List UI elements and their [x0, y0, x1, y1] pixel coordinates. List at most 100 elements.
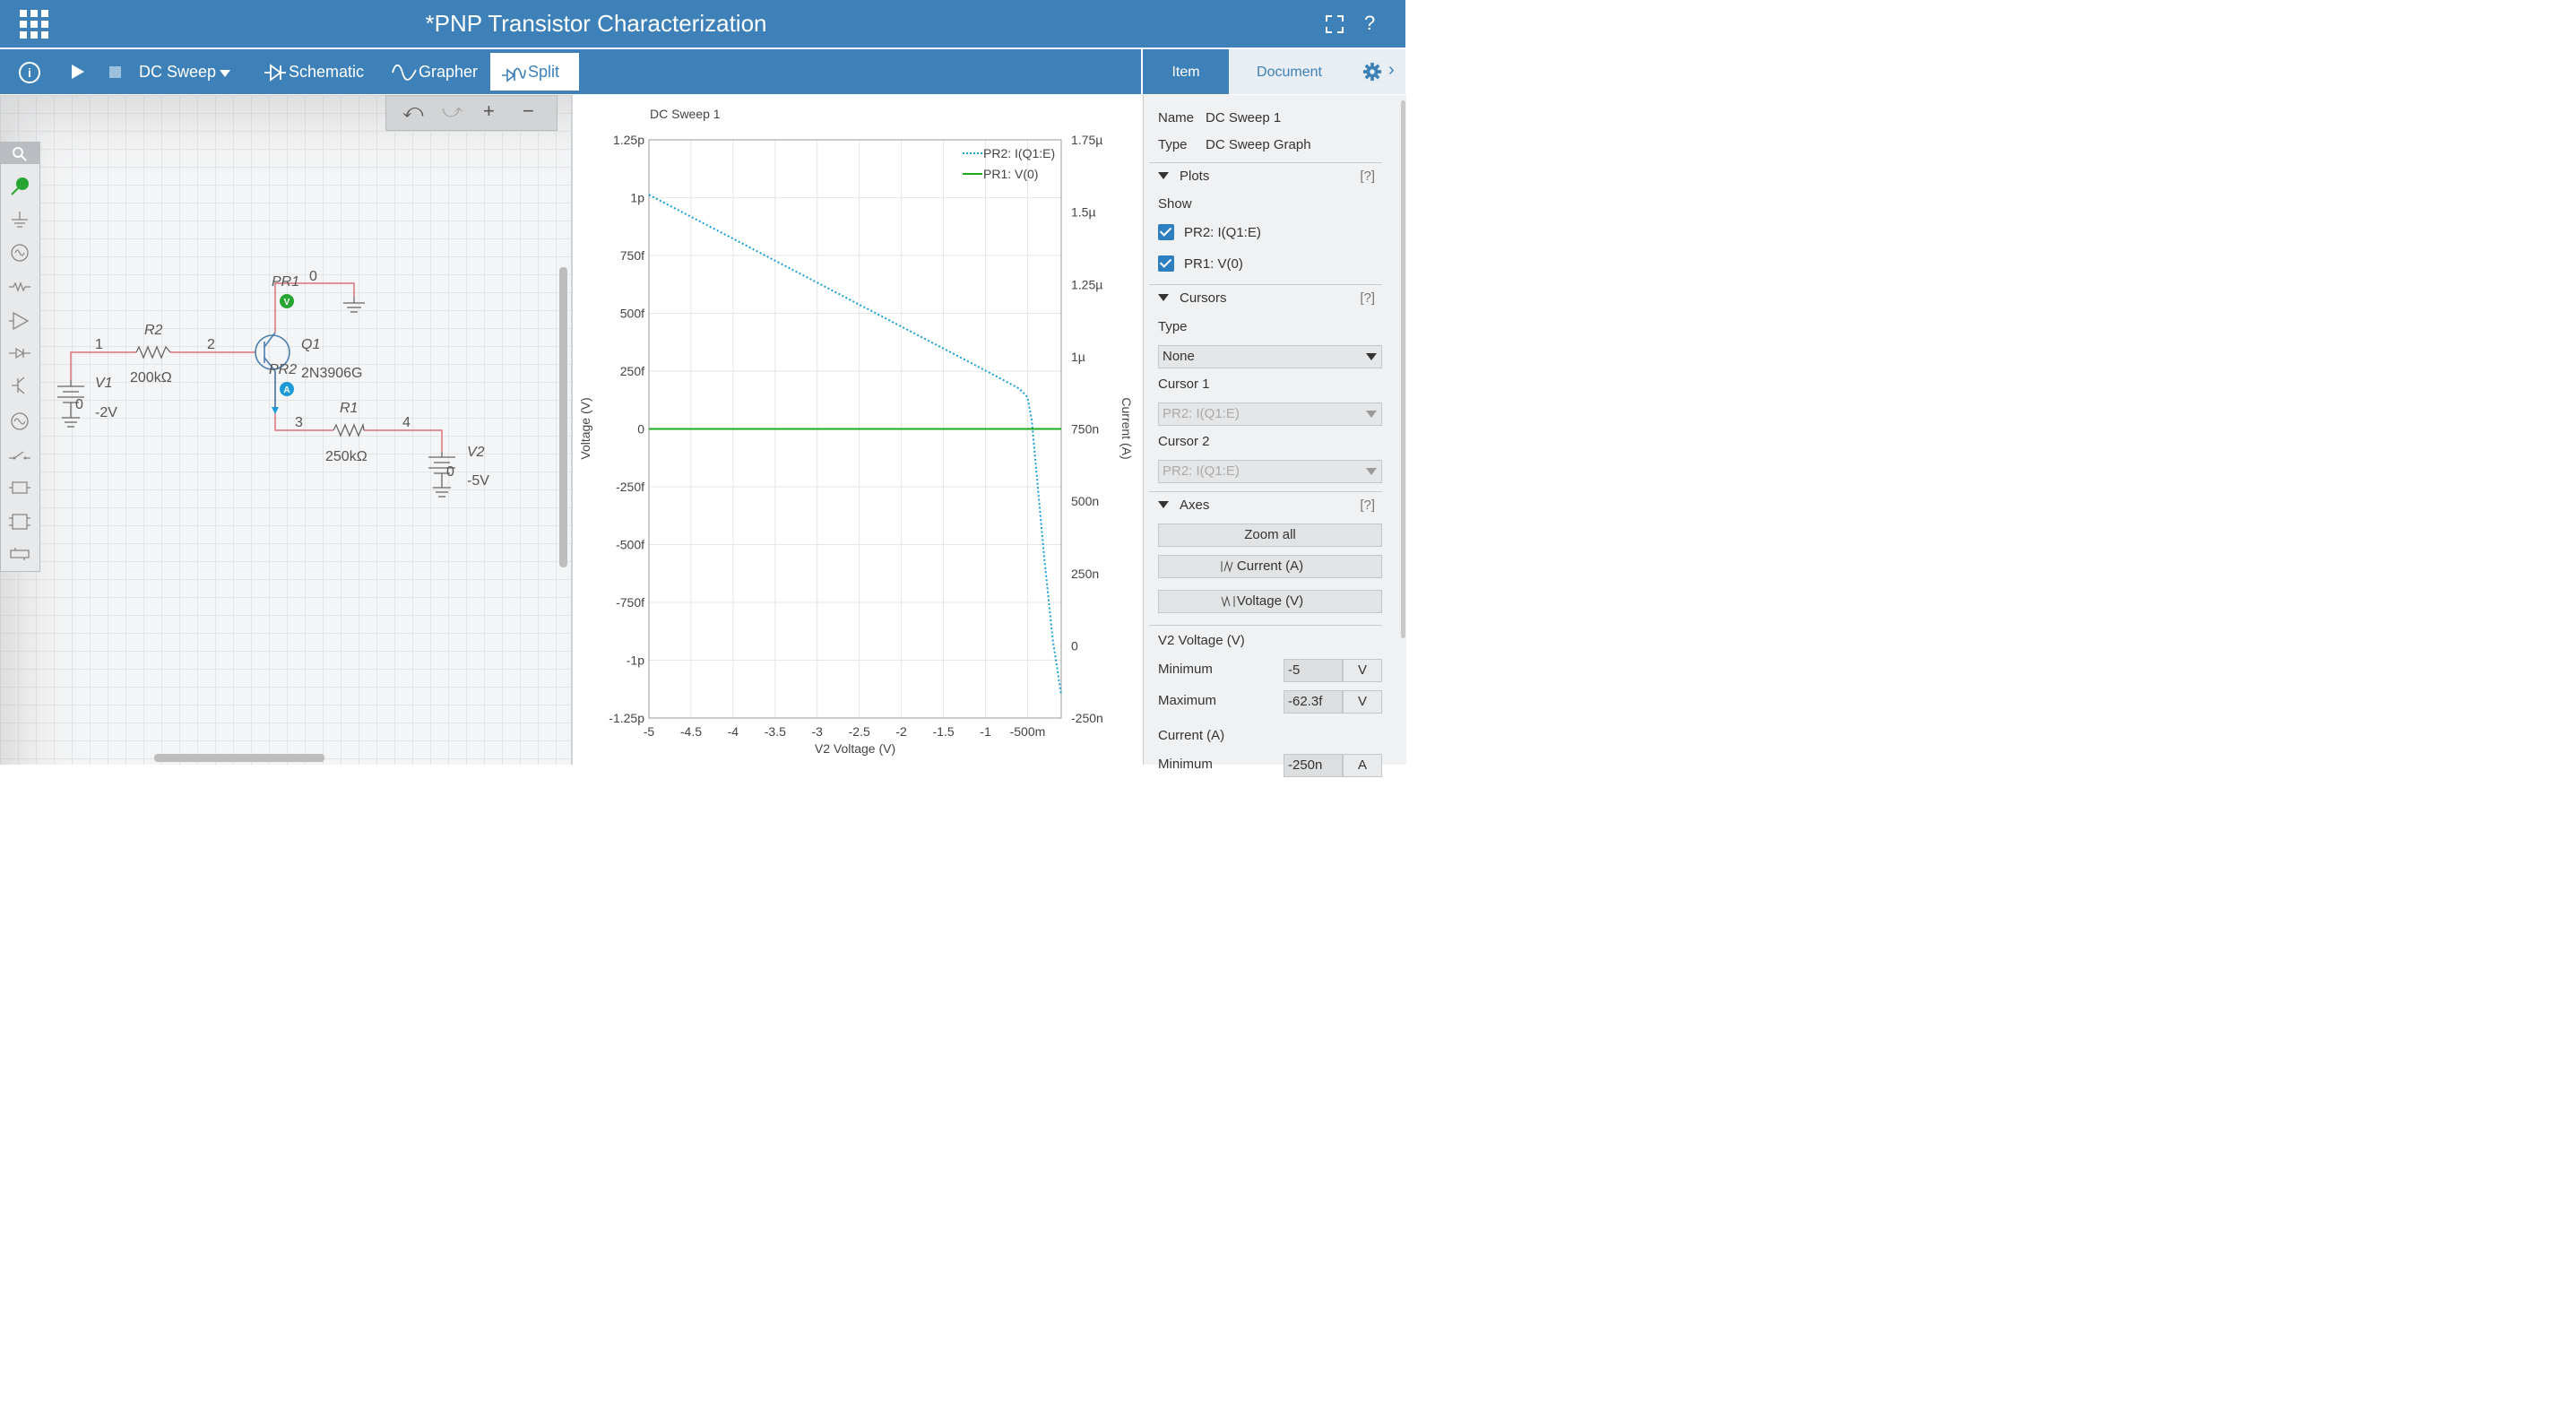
connector-icon[interactable]	[8, 542, 31, 566]
ac-source-icon[interactable]	[8, 241, 31, 264]
voltage-axis-button[interactable]: Voltage (V)	[1158, 590, 1382, 613]
schematic-canvas[interactable]: V A PR1 0 1 2 R2 200kΩ Q1 PR2 2N3906G V1…	[0, 95, 571, 765]
cursor-type-value: None	[1163, 349, 1195, 364]
plot-pr1-checkbox[interactable]	[1158, 255, 1174, 272]
zoom-all-button[interactable]: Zoom all	[1158, 524, 1382, 547]
chevron-right-icon[interactable]: ›	[1388, 60, 1395, 81]
circuit-diagram[interactable]: V A PR1 0 1 2 R2 200kΩ Q1 PR2 2N3906G V1…	[0, 95, 571, 765]
r1-resistor[interactable]	[333, 422, 365, 437]
y-tick-label: -1p	[627, 653, 644, 668]
tab-grapher-label: Grapher	[419, 63, 479, 81]
tab-schematic-label: Schematic	[289, 63, 365, 81]
properties-scrollbar[interactable]	[1401, 100, 1405, 638]
v2-min-unit[interactable]: V	[1343, 659, 1382, 682]
stop-icon[interactable]	[109, 66, 121, 78]
v2-axis-title: V2 Voltage (V)	[1158, 633, 1245, 648]
ground-icon[interactable]	[8, 209, 31, 232]
schematic-horizontal-scrollbar[interactable]	[154, 754, 324, 762]
current-min-unit[interactable]: A	[1343, 754, 1382, 777]
schematic-vertical-scrollbar[interactable]	[559, 267, 567, 567]
tab-document[interactable]: Document	[1229, 49, 1350, 94]
collapse-triangle-icon[interactable]	[1158, 501, 1169, 508]
y-tick-label: -1.25p	[609, 711, 644, 725]
v1-value: -2V	[95, 405, 117, 420]
plots-section-header[interactable]: Plots [?]	[1149, 162, 1382, 190]
voltage-probe-icon[interactable]	[8, 175, 31, 198]
cursor-type-select[interactable]: None	[1158, 345, 1382, 368]
tab-schematic[interactable]: Schematic	[253, 53, 375, 91]
fullscreen-icon[interactable]	[1325, 14, 1344, 34]
y2-tick-label: 1.5µ	[1071, 205, 1096, 220]
v2-value: -5V	[467, 473, 489, 489]
cursor2-value: PR2: I(Q1:E)	[1163, 463, 1240, 479]
split-icon	[502, 67, 526, 82]
redo-button[interactable]: ⤻	[442, 100, 463, 123]
cursor2-select[interactable]: PR2: I(Q1:E)	[1158, 460, 1382, 483]
subcircuit-icon[interactable]	[8, 476, 31, 499]
y2-tick-label: 1.25µ	[1071, 277, 1102, 291]
tab-split[interactable]: Split	[490, 53, 579, 91]
diode-icon[interactable]	[8, 342, 31, 365]
v2-max-unit[interactable]: V	[1343, 690, 1382, 714]
collapse-triangle-icon[interactable]	[1158, 294, 1169, 301]
node-0-label: 0	[309, 269, 317, 284]
axes-section-header[interactable]: Axes [?]	[1149, 491, 1382, 519]
gear-icon[interactable]	[1362, 62, 1382, 82]
undo-button[interactable]: ⤺	[402, 100, 424, 123]
current-min-input[interactable]: -250n	[1284, 754, 1343, 777]
axes-help-link[interactable]: [?]	[1360, 498, 1375, 513]
plots-help-link[interactable]: [?]	[1360, 169, 1375, 184]
transistor-icon[interactable]	[8, 374, 31, 397]
node-2-label: 2	[207, 337, 215, 352]
zoom-out-button[interactable]: −	[523, 100, 534, 123]
play-icon[interactable]	[72, 65, 84, 79]
r2-resistor[interactable]	[135, 345, 171, 359]
switch-icon[interactable]	[8, 444, 31, 467]
search-icon[interactable]	[8, 143, 31, 166]
zoom-in-button[interactable]: +	[483, 100, 495, 123]
tab-item[interactable]: Item	[1143, 49, 1229, 94]
y2-axis-label: Current (A)	[1119, 397, 1134, 459]
meter-icon[interactable]	[8, 410, 31, 433]
y-tick-label: 1.25p	[613, 133, 644, 147]
current-axis-button[interactable]: Current (A)	[1158, 555, 1382, 578]
info-icon[interactable]: i	[19, 62, 40, 83]
cursor1-select[interactable]: PR2: I(Q1:E)	[1158, 402, 1382, 426]
name-label: Name	[1158, 110, 1195, 125]
wires	[70, 282, 443, 452]
cursors-section-header[interactable]: Cursors [?]	[1149, 284, 1382, 312]
cursors-help-link[interactable]: [?]	[1360, 290, 1375, 306]
r1-label: R1	[340, 401, 358, 416]
y-tick-label: 500f	[620, 307, 644, 321]
node-3-label: 3	[295, 415, 303, 430]
chevron-down-icon	[1366, 353, 1377, 360]
x-tick-label: -1	[980, 724, 991, 739]
tab-grapher[interactable]: Grapher	[381, 53, 488, 91]
x-tick-label: -3.5	[765, 724, 786, 739]
chevron-down-icon[interactable]	[220, 70, 230, 77]
v2-max-input[interactable]: -62.3f	[1284, 690, 1343, 714]
plot-pr2-checkbox[interactable]	[1158, 224, 1174, 240]
sine-icon	[392, 65, 417, 82]
probe-a-label: A	[283, 385, 290, 395]
ic-icon[interactable]	[8, 510, 31, 533]
collapse-triangle-icon[interactable]	[1158, 172, 1169, 179]
resistor-icon[interactable]	[8, 275, 31, 299]
x-tick-label: -2	[895, 724, 907, 739]
opamp-icon[interactable]	[8, 309, 31, 333]
y2-axis-ticks: 1.75µ 1.5µ 1.25µ 1µ 750n 500n 250n 0 -250n	[1071, 133, 1103, 725]
v1-label: V1	[95, 376, 113, 391]
title-bar: *PNP Transistor Characterization ?	[0, 0, 1405, 48]
pr2-label: PR2	[269, 362, 297, 377]
help-button[interactable]: ?	[1364, 10, 1375, 37]
y-tick-label: 1p	[630, 191, 644, 205]
analysis-mode-select[interactable]: DC Sweep	[139, 49, 216, 94]
probe-v-label: V	[284, 298, 290, 307]
x-tick-label: -500m	[1010, 724, 1046, 739]
dc-sweep-chart[interactable]: DC Sweep 1 -5 -4.5 -4 -3.5 -3 -2.5 -2 -1.5 -1 -50…	[573, 95, 1141, 765]
v2-min-input[interactable]: -5	[1284, 659, 1343, 682]
node-1-label: 1	[95, 337, 103, 352]
y2-tick-label: 1µ	[1071, 350, 1085, 364]
r2-label: R2	[144, 323, 163, 338]
current-axis-title: Current (A)	[1158, 728, 1225, 743]
